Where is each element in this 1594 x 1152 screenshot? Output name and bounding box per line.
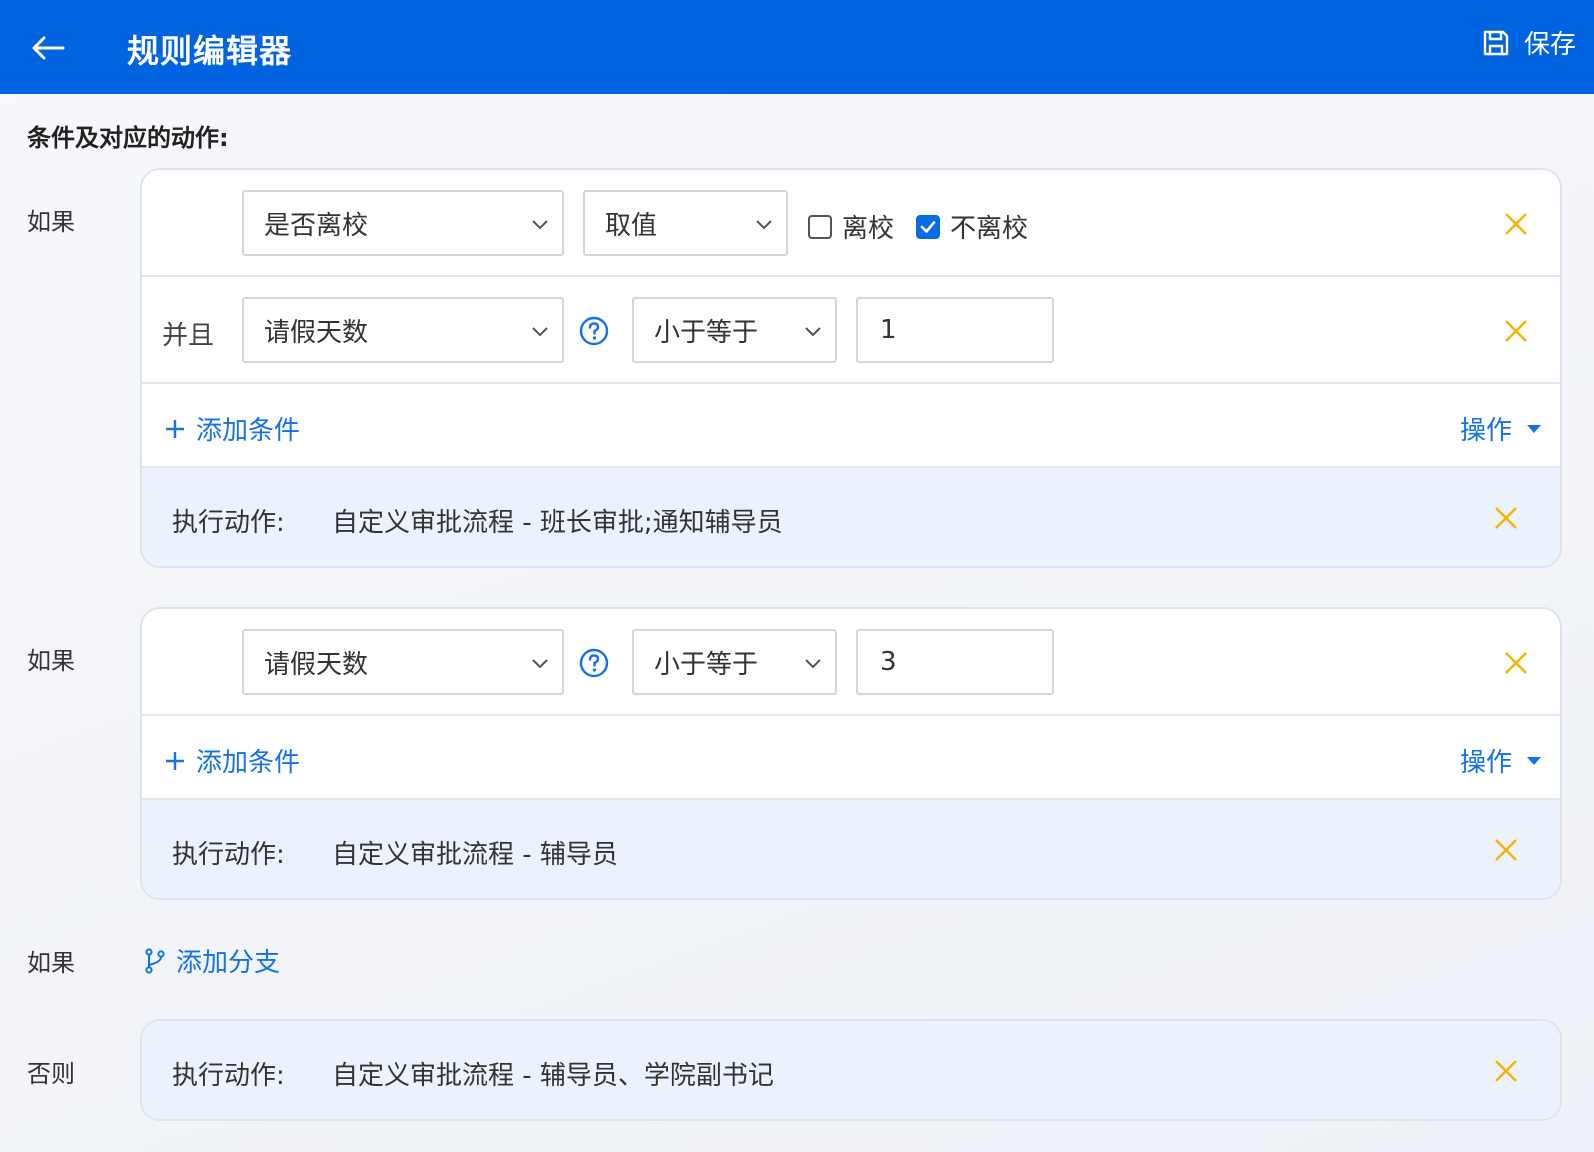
- close-icon[interactable]: [1502, 649, 1530, 677]
- else-card: 执行动作: 自定义审批流程 - 辅导员、学院副书记: [140, 1019, 1562, 1121]
- operator-select-value: 小于等于: [654, 649, 759, 680]
- operations-dropdown[interactable]: 操作: [1460, 742, 1542, 779]
- chevron-down-icon: [532, 327, 548, 337]
- add-condition-button[interactable]: 添加条件: [164, 410, 300, 447]
- app-bar: 规则编辑器 保存: [0, 0, 1594, 94]
- chevron-down-icon: [805, 659, 821, 669]
- chevron-down-icon: [532, 659, 548, 669]
- branch-icon: [145, 947, 165, 974]
- checkbox-label: 离校: [842, 214, 895, 244]
- operator-select[interactable]: 小于等于: [632, 297, 837, 363]
- and-label: 并且: [162, 321, 215, 351]
- field-select[interactable]: 是否离校: [242, 190, 564, 256]
- operator-select[interactable]: 小于等于: [632, 629, 837, 695]
- action-row: 执行动作: 自定义审批流程 - 班长审批;通知辅导员: [142, 468, 1560, 566]
- action-label: 执行动作:: [172, 508, 285, 538]
- chevron-down-icon: [756, 220, 772, 230]
- plus-icon: [166, 751, 184, 770]
- action-row: 执行动作: 自定义审批流程 - 辅导员、学院副书记: [142, 1021, 1560, 1119]
- checkbox-not-leave-school[interactable]: 不离校: [916, 208, 1028, 245]
- checkbox-unchecked[interactable]: [808, 214, 832, 239]
- close-icon[interactable]: [1492, 504, 1520, 532]
- caret-down-icon: [1527, 756, 1541, 765]
- field-select[interactable]: 请假天数: [242, 297, 564, 363]
- rule-card-2: 请假天数 小于等于 3 添加条件 操作 执行动作: 自定义审批流程 - 辅导员: [140, 607, 1562, 900]
- if-label-3: 如果: [27, 949, 75, 977]
- action-label: 执行动作:: [172, 1061, 285, 1091]
- action-row: 执行动作: 自定义审批流程 - 辅导员: [142, 800, 1560, 898]
- checkbox-leave-school[interactable]: 离校: [808, 208, 894, 245]
- save-label: 保存: [1523, 30, 1576, 60]
- caret-down-icon: [1527, 424, 1541, 433]
- plus-icon: [166, 419, 184, 438]
- action-text[interactable]: 自定义审批流程 - 班长审批;通知辅导员: [332, 502, 783, 539]
- add-condition-label: 添加条件: [196, 748, 301, 778]
- condition-row: 是否离校 取值 离校 不离校: [142, 170, 1560, 277]
- save-button[interactable]: 保存: [1482, 24, 1576, 61]
- add-row: 添加条件 操作: [142, 384, 1560, 468]
- field-select-value: 请假天数: [264, 317, 369, 348]
- add-row: 添加条件 操作: [142, 716, 1560, 800]
- if-label-1: 如果: [27, 208, 75, 236]
- add-branch-button[interactable]: 添加分支: [144, 942, 280, 979]
- save-icon: [1483, 30, 1509, 55]
- value-input[interactable]: 3: [856, 629, 1054, 695]
- value-input[interactable]: 1: [856, 297, 1054, 363]
- close-icon[interactable]: [1492, 836, 1520, 864]
- action-text[interactable]: 自定义审批流程 - 辅导员: [332, 834, 618, 871]
- else-label: 否则: [27, 1060, 75, 1088]
- operations-dropdown[interactable]: 操作: [1460, 410, 1542, 447]
- chevron-down-icon: [532, 220, 548, 230]
- operator-select-value: 取值: [605, 210, 658, 241]
- close-icon[interactable]: [1492, 1057, 1520, 1085]
- arrow-left-icon: [32, 36, 65, 60]
- field-select-value: 请假天数: [264, 649, 369, 680]
- add-branch-label: 添加分支: [176, 948, 281, 978]
- chevron-down-icon: [805, 327, 821, 337]
- section-title: 条件及对应的动作:: [27, 124, 229, 152]
- condition-row: 请假天数 小于等于 3: [142, 609, 1560, 716]
- close-icon[interactable]: [1502, 317, 1530, 345]
- help-icon[interactable]: [578, 647, 610, 679]
- page-title: 规则编辑器: [127, 32, 293, 70]
- action-label: 执行动作:: [172, 840, 285, 870]
- check-icon: [920, 220, 936, 233]
- field-select-value: 是否离校: [264, 210, 369, 241]
- operator-select-value: 小于等于: [654, 317, 759, 348]
- operations-label: 操作: [1459, 748, 1512, 778]
- if-label-2: 如果: [27, 647, 75, 675]
- action-text[interactable]: 自定义审批流程 - 辅导员、学院副书记: [332, 1055, 774, 1092]
- help-icon[interactable]: [578, 315, 610, 347]
- operator-select[interactable]: 取值: [583, 190, 788, 256]
- condition-row: 并且 请假天数 小于等于 1: [142, 277, 1560, 384]
- field-select[interactable]: 请假天数: [242, 629, 564, 695]
- add-condition-label: 添加条件: [196, 416, 301, 446]
- checkbox-label: 不离校: [950, 214, 1029, 244]
- back-button[interactable]: [28, 28, 68, 68]
- checkbox-checked[interactable]: [916, 214, 940, 239]
- operations-label: 操作: [1459, 416, 1512, 446]
- rule-card-1: 是否离校 取值 离校 不离校 并且 请假天数 小于等于 1 添加条件 操作 执行…: [140, 168, 1562, 568]
- close-icon[interactable]: [1502, 210, 1530, 238]
- add-condition-button[interactable]: 添加条件: [164, 742, 300, 779]
